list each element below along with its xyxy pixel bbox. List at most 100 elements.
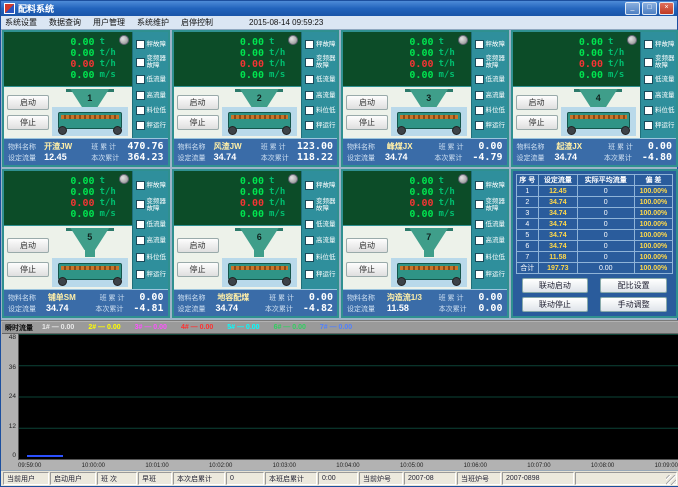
alarm-checkbox[interactable] [305,200,314,209]
start-button[interactable]: 启动 [346,95,388,110]
menu-item-2[interactable]: 用户管理 [93,17,125,28]
feeder-graphic: 4 [559,89,639,136]
display-line: 0.00t/h [6,48,128,59]
set-flow-label: 设定流量 [8,153,44,163]
alarm-checkbox[interactable] [136,121,145,130]
display-line: 0.00t [345,176,467,187]
alarm-checkbox[interactable] [136,220,145,229]
alarm-checkbox[interactable] [475,270,484,279]
alarm-checkbox[interactable] [136,270,145,279]
alarm-checkbox[interactable] [305,58,314,67]
alarm-checkbox[interactable] [644,91,653,100]
alarm-checkbox[interactable] [475,200,484,209]
alarm-row: 秤故障 [475,181,506,190]
conveyor-icon [228,263,292,280]
summary-cell: 34.74 [539,208,578,219]
shift-total-label: 班 累 计 [100,293,140,303]
alarm-checkbox[interactable] [136,40,145,49]
summary-cell: 100.00% [634,186,672,197]
control-area: 启动 停止 6 [174,226,302,289]
alarm-checkbox[interactable] [644,58,653,67]
display-line: 0.00t [515,37,637,48]
alarm-checkbox[interactable] [305,236,314,245]
resize-grip[interactable] [666,475,676,485]
alarm-checkbox[interactable] [644,40,653,49]
stop-button[interactable]: 停止 [7,115,49,130]
stop-button[interactable]: 停止 [346,262,388,277]
alarm-checkbox[interactable] [136,91,145,100]
alarm-checkbox[interactable] [136,106,145,115]
alarm-checkbox[interactable] [136,181,145,190]
alarm-checkbox[interactable] [475,253,484,262]
alarm-checkbox[interactable] [475,75,484,84]
alarm-row: 料位低 [475,106,506,115]
maximize-button[interactable]: □ [642,2,657,15]
close-button[interactable]: × [659,2,674,15]
alarm-checkbox[interactable] [475,121,484,130]
alarm-checkbox[interactable] [305,40,314,49]
alarm-checkbox[interactable] [136,75,145,84]
conveyor-zone [52,107,128,136]
start-button[interactable]: 启动 [177,238,219,253]
alarm-checkbox[interactable] [475,40,484,49]
start-button[interactable]: 启动 [177,95,219,110]
alarm-checkbox[interactable] [475,91,484,100]
alarm-checkbox[interactable] [305,91,314,100]
alarm-row: 变频器故障 [305,55,336,69]
alarm-label: 秤故障 [316,41,336,48]
wheel-icon [113,126,122,135]
alarm-checkbox[interactable] [305,253,314,262]
alarm-checkbox[interactable] [305,75,314,84]
alarm-checkbox[interactable] [136,253,145,262]
menu-item-1[interactable]: 数据查询 [49,17,81,28]
alarm-label: 低流量 [147,221,167,228]
shift-total-label: 班 累 计 [439,293,479,303]
menu-item-3[interactable]: 系统维护 [137,17,169,28]
alarm-row: 低流量 [136,220,167,229]
display-value: 0.00 [579,48,603,59]
alarm-checkbox[interactable] [475,220,484,229]
material-name: 峰煤JX [387,141,439,152]
start-button[interactable]: 启动 [346,238,388,253]
summary-row: 534.740100.00% [516,230,673,241]
alarm-checkbox[interactable] [644,121,653,130]
alarm-checkbox[interactable] [644,75,653,84]
alarm-row: 高流量 [305,236,336,245]
linked-start-button[interactable]: 联动启动 [522,278,589,293]
alarm-checkbox[interactable] [136,200,145,209]
alarm-checkbox[interactable] [305,121,314,130]
conveyor-icon [228,112,292,129]
display-value: 0.00 [240,48,264,59]
alarm-checkbox[interactable] [305,270,314,279]
alarm-checkbox[interactable] [305,220,314,229]
stop-button[interactable]: 停止 [346,115,388,130]
stop-button[interactable]: 停止 [7,262,49,277]
summary-cell: 100.00% [634,263,672,274]
alarm-checkbox[interactable] [136,236,145,245]
menu-item-0[interactable]: 系统设置 [5,17,37,28]
display-value: 0.00 [579,59,603,70]
ratio-settings-button[interactable]: 配比设置 [600,278,667,293]
start-button[interactable]: 启动 [516,95,558,110]
menu-item-4[interactable]: 启停控制 [181,17,213,28]
stop-button[interactable]: 停止 [177,262,219,277]
stop-button[interactable]: 停止 [516,115,558,130]
alarm-checkbox[interactable] [305,106,314,115]
alarm-checkbox[interactable] [475,181,484,190]
alarm-checkbox[interactable] [475,236,484,245]
start-button[interactable]: 启动 [7,238,49,253]
alarm-checkbox[interactable] [136,58,145,67]
stop-button[interactable]: 停止 [177,115,219,130]
alarm-row: 低流量 [475,220,506,229]
alarm-checkbox[interactable] [644,106,653,115]
display-line: 0.00t/h [6,198,128,209]
linked-stop-button[interactable]: 联动停止 [522,297,589,312]
manual-adjust-button[interactable]: 手动调整 [600,297,667,312]
minimize-button[interactable]: _ [625,2,640,15]
alarm-checkbox[interactable] [475,106,484,115]
alarm-checkbox[interactable] [305,181,314,190]
start-button[interactable]: 启动 [7,95,49,110]
display-line: 0.00t [6,37,128,48]
alarm-row: 变频器故障 [475,55,506,69]
alarm-checkbox[interactable] [475,58,484,67]
